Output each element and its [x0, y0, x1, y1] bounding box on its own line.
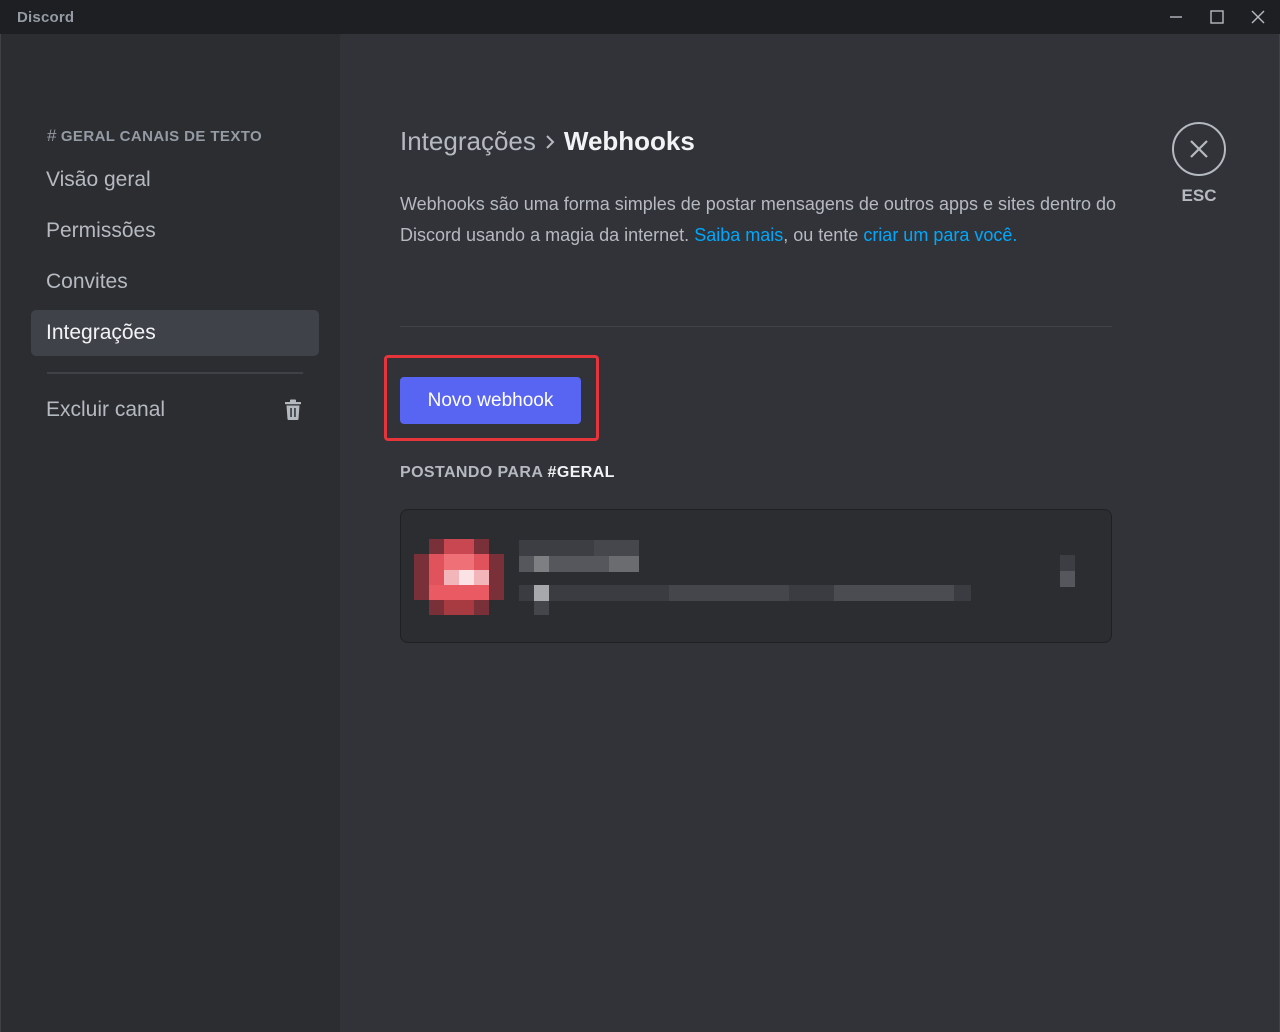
- sidebar-item-invites[interactable]: Convites: [31, 259, 319, 305]
- sidebar-item-label: Convites: [46, 270, 128, 293]
- page-title: Webhooks: [563, 126, 695, 156]
- posting-to-label: POSTANDO PARA #GERAL: [400, 464, 615, 482]
- description: Webhooks são uma forma simples de postar…: [400, 189, 1120, 251]
- close-window-icon[interactable]: [1239, 0, 1277, 34]
- webhook-avatar: [414, 539, 504, 615]
- title-bar: Discord: [0, 0, 1280, 34]
- webhook-details-redacted: [519, 585, 971, 617]
- sidebar-item-label: Visão geral: [46, 168, 151, 191]
- settings-sidebar: # GERAL CANAIS DE TEXTO Visão geral Permi…: [1, 34, 340, 1032]
- main-content: Integrações Webhooks Webhooks são uma fo…: [340, 34, 1279, 1032]
- posting-to-channel: #GERAL: [547, 464, 615, 481]
- description-middle: , ou tente: [783, 225, 859, 245]
- webhook-list-item[interactable]: [400, 509, 1112, 643]
- chevron-right-icon: [1060, 555, 1075, 587]
- app-window: # GERAL CANAIS DE TEXTO Visão geral Permi…: [0, 34, 1280, 1032]
- sidebar-header: # GERAL CANAIS DE TEXTO: [47, 126, 262, 146]
- close-settings[interactable]: ESC: [1171, 122, 1227, 206]
- breadcrumb: Integrações Webhooks: [400, 126, 695, 157]
- maximize-icon[interactable]: [1198, 0, 1236, 34]
- hash-icon: #: [47, 126, 57, 145]
- learn-more-link[interactable]: Saiba mais: [694, 225, 783, 245]
- sidebar-item-permissions[interactable]: Permissões: [31, 208, 319, 254]
- chevron-right-icon: [544, 134, 556, 150]
- sidebar-header-section: CANAIS DE TEXTO: [119, 128, 263, 145]
- new-webhook-button[interactable]: Novo webhook: [400, 377, 581, 424]
- sidebar-item-label: Permissões: [46, 219, 156, 242]
- app-name: Discord: [17, 9, 75, 26]
- create-webhook-link[interactable]: criar um para você.: [863, 225, 1017, 245]
- webhook-name-redacted: [519, 540, 644, 572]
- sidebar-item-delete-channel[interactable]: Excluir canal: [31, 387, 319, 433]
- esc-label: ESC: [1181, 186, 1217, 205]
- sidebar-item-label: Excluir canal: [46, 398, 166, 421]
- sidebar-header-channel: GERAL: [60, 128, 116, 145]
- sidebar-divider: [47, 372, 303, 374]
- sidebar-item-overview[interactable]: Visão geral: [31, 157, 319, 203]
- posting-to-text: POSTANDO PARA: [400, 464, 543, 481]
- close-icon[interactable]: [1172, 122, 1226, 176]
- content-divider: [400, 326, 1112, 327]
- minimize-icon[interactable]: [1157, 0, 1195, 34]
- breadcrumb-parent[interactable]: Integrações: [400, 126, 536, 157]
- sidebar-item-integrations[interactable]: Integrações: [31, 310, 319, 356]
- sidebar-item-label: Integrações: [46, 321, 156, 344]
- trash-icon: [285, 399, 301, 420]
